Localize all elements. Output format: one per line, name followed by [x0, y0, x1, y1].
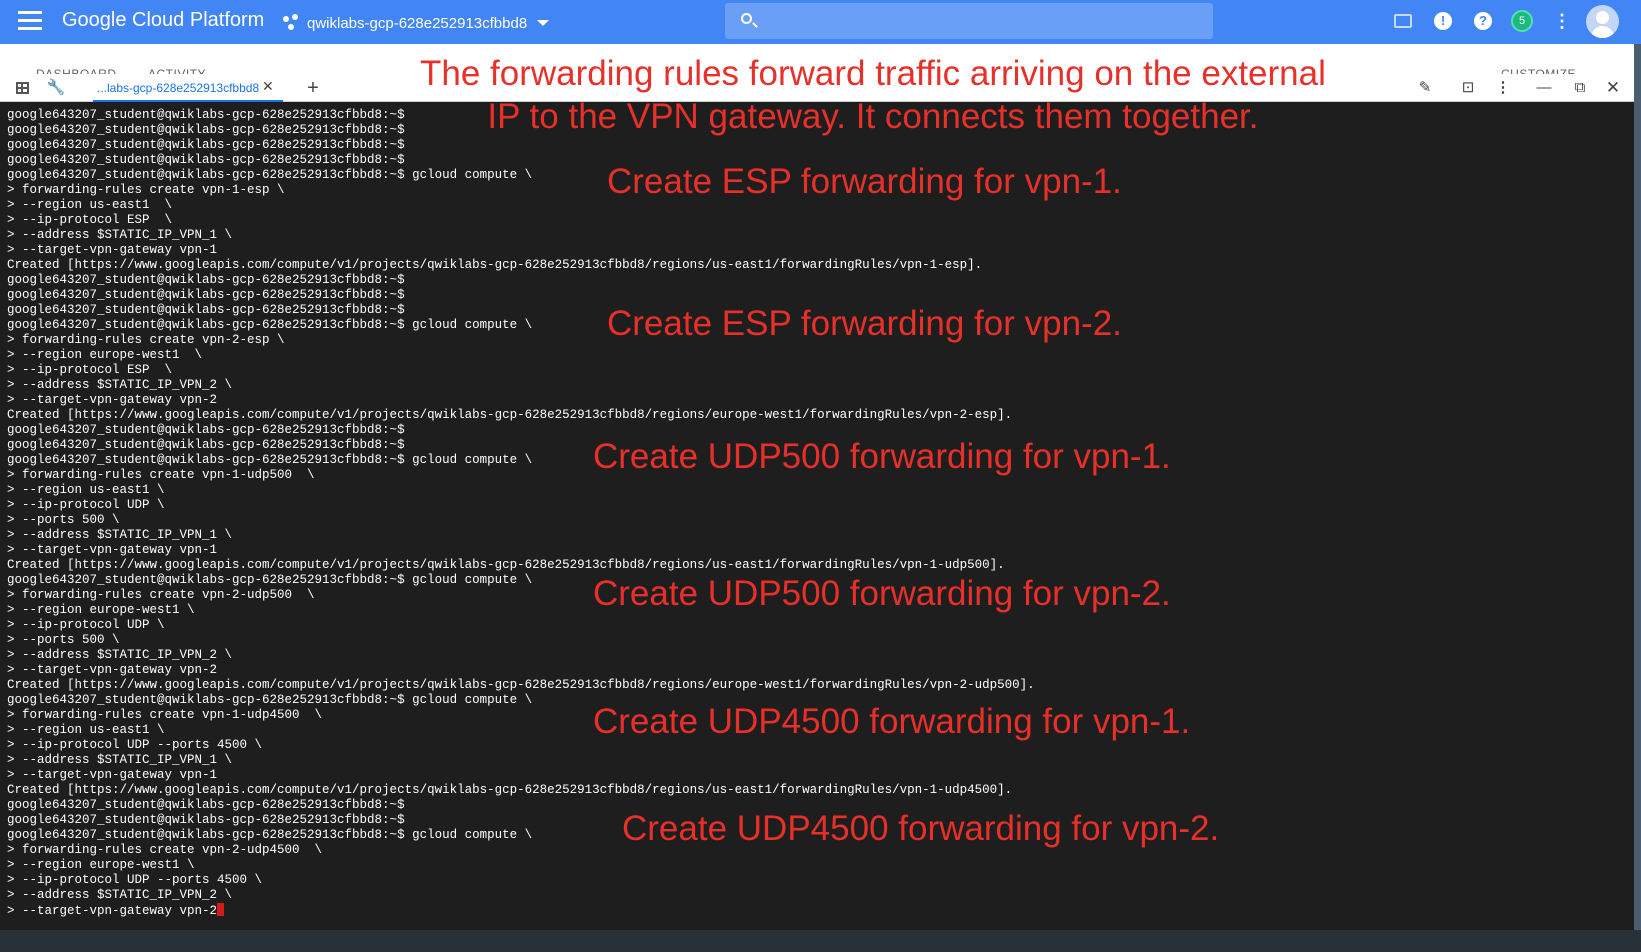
cloud-shell-window: 🔧 ...labs-gcp-628e252913cfbbd8 ✕ + ✎ ⊡ ⋮… — [0, 74, 1634, 930]
wrench-icon[interactable]: 🔧 — [46, 78, 66, 98]
terminal-line: > --address $STATIC_IP_VPN_2 \ — [7, 648, 233, 662]
cloud-shell-icon[interactable] — [1392, 10, 1414, 32]
shell-session-tab[interactable]: ...labs-gcp-628e252913cfbbd8 — [93, 74, 283, 102]
more-vert-icon[interactable]: ⋮ — [1493, 78, 1513, 98]
terminal-line: google643207_student@qwiklabs-gcp-628e25… — [7, 423, 405, 437]
annotation-udp500-vpn1: Create UDP500 forwarding for vpn-1. — [593, 437, 1171, 476]
project-dots-icon — [283, 14, 301, 32]
minimize-icon[interactable]: — — [1534, 78, 1554, 98]
shell-tab-label: ...labs-gcp-628e252913cfbbd8 — [97, 81, 260, 95]
notification-badge[interactable]: 5 — [1511, 10, 1533, 32]
annotation-summary-line2: IP to the VPN gateway. It connects them … — [487, 97, 1259, 136]
terminal-line: google643207_student@qwiklabs-gcp-628e25… — [7, 138, 405, 152]
terminal-line: Created [https://www.googleapis.com/comp… — [7, 408, 1013, 422]
terminal-line: > --address $STATIC_IP_VPN_1 \ — [7, 528, 233, 542]
notifications-icon[interactable]: ! — [1432, 10, 1454, 32]
app-bar: Google Cloud Platform qwiklabs-gcp-628e2… — [0, 0, 1641, 44]
annotation-udp4500-vpn2: Create UDP4500 forwarding for vpn-2. — [622, 809, 1220, 848]
annotation-udp500-vpn2: Create UDP500 forwarding for vpn-2. — [593, 574, 1171, 613]
terminal-line: > --ip-protocol UDP \ — [7, 618, 165, 632]
open-new-window-icon[interactable]: ⧉ — [1570, 78, 1590, 98]
close-tab-icon[interactable]: ✕ — [262, 78, 274, 95]
terminal-line: Created [https://www.googleapis.com/comp… — [7, 678, 1035, 692]
annotation-summary-line1: The forwarding rules forward traffic arr… — [420, 54, 1326, 93]
hamburger-menu-icon[interactable] — [18, 11, 42, 33]
close-icon[interactable]: ✕ — [1603, 78, 1623, 98]
search-input[interactable] — [725, 3, 1213, 39]
terminal-line: > --address $STATIC_IP_VPN_1 \ — [7, 228, 233, 242]
search-icon — [741, 13, 752, 24]
terminal-cursor — [217, 903, 225, 916]
help-icon[interactable]: ? — [1472, 10, 1494, 32]
annotation-esp-vpn1: Create ESP forwarding for vpn-1. — [607, 162, 1122, 201]
brand-title[interactable]: Google Cloud Platform — [62, 9, 264, 32]
terminal-line: Created [https://www.googleapis.com/comp… — [7, 258, 983, 272]
terminal-line: > --region europe-west1 \ — [7, 348, 203, 362]
terminal-line: > --target-vpn-gateway vpn-2 — [7, 903, 1035, 919]
annotation-summary: The forwarding rules forward traffic arr… — [420, 52, 1326, 138]
project-name: qwiklabs-gcp-628e252913cfbbd8 — [307, 14, 528, 32]
terminal-line: > --target-vpn-gateway vpn-2 — [7, 663, 218, 677]
terminal-line: google643207_student@qwiklabs-gcp-628e25… — [7, 273, 405, 287]
terminal-line: Created [https://www.googleapis.com/comp… — [7, 558, 1005, 572]
edit-pencil-icon[interactable]: ✎ — [1415, 78, 1435, 98]
terminal-line: > --address $STATIC_IP_VPN_2 \ — [7, 378, 233, 392]
terminal-line: > --address $STATIC_IP_VPN_2 \ — [7, 888, 233, 902]
chevron-down-icon — [537, 20, 550, 26]
project-selector[interactable]: qwiklabs-gcp-628e252913cfbbd8 — [283, 11, 550, 35]
terminal-line: > --target-vpn-gateway vpn-2 — [7, 393, 218, 407]
desktop-background-bottom — [0, 930, 1641, 952]
annotation-udp4500-vpn1: Create UDP4500 forwarding for vpn-1. — [593, 702, 1191, 741]
terminal-line: > --ip-protocol UDP --ports 4500 \ — [7, 873, 263, 887]
terminal-line: > --target-vpn-gateway vpn-1 — [7, 768, 218, 782]
terminal-line: Created [https://www.googleapis.com/comp… — [7, 783, 1013, 797]
terminal-line: > --ports 500 \ — [7, 633, 120, 647]
terminal-line: > --target-vpn-gateway vpn-1 — [7, 243, 218, 257]
terminal-line: > --region us-east1 \ — [7, 483, 165, 497]
desktop-background — [1634, 44, 1641, 952]
avatar[interactable] — [1586, 5, 1619, 38]
terminal-line: > --ports 500 \ — [7, 513, 120, 527]
web-preview-icon[interactable]: ⊡ — [1458, 78, 1478, 98]
terminal-line: > --region europe-west1 \ — [7, 858, 195, 872]
terminal-line: google643207_student@qwiklabs-gcp-628e25… — [7, 288, 405, 302]
terminal-line: > --address $STATIC_IP_VPN_1 \ — [7, 753, 233, 767]
terminal-line: > --ip-protocol UDP \ — [7, 498, 165, 512]
terminal-line: > --ip-protocol ESP \ — [7, 363, 173, 377]
add-tab-icon[interactable]: + — [303, 78, 323, 98]
terminal-output[interactable]: google643207_student@qwiklabs-gcp-628e25… — [7, 108, 1035, 919]
terminal-line: > --ip-protocol ESP \ — [7, 213, 173, 227]
more-vert-icon[interactable]: ⋮ — [1551, 10, 1573, 32]
keyboard-grid-icon[interactable] — [13, 78, 33, 98]
annotation-esp-vpn2: Create ESP forwarding for vpn-2. — [607, 304, 1122, 343]
terminal-line: > --target-vpn-gateway vpn-1 — [7, 543, 218, 557]
